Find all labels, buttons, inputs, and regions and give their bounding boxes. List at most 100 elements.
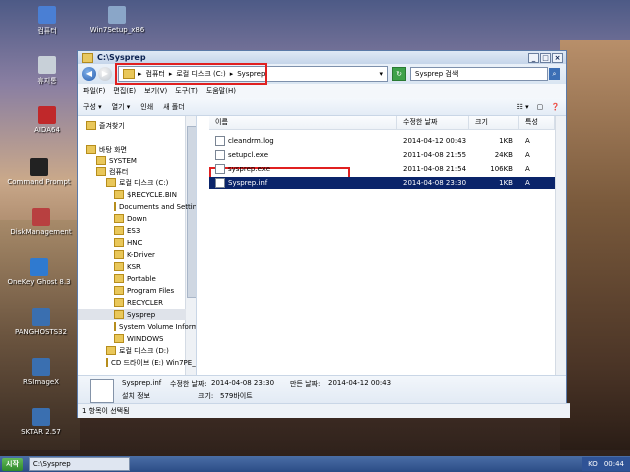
details-size: 579바이트 bbox=[220, 392, 253, 400]
language-indicator[interactable]: KO bbox=[588, 460, 598, 468]
file-row[interactable]: setupcl.exe 2011-04-08 21:55 24KB A bbox=[209, 149, 555, 161]
minimize-button[interactable]: _ bbox=[528, 52, 539, 63]
taskbar-item-explorer[interactable]: C:\Sysprep bbox=[28, 457, 130, 471]
desktop-icon-item[interactable]: Command Prompt bbox=[4, 158, 74, 186]
file-size: 1KB bbox=[499, 179, 513, 187]
search-input[interactable]: Sysprep 검색 bbox=[410, 67, 548, 81]
content-panes: 즐겨찾기바탕 화면 SYSTEM 컴퓨터 로컬 디스크 (C:) $RECYCLE.BI… bbox=[78, 116, 566, 375]
folder-icon bbox=[114, 322, 116, 331]
desktop-icon-item[interactable]: 휴지통 bbox=[12, 56, 82, 86]
file-row[interactable]: cleandrm.log 2014-04-12 00:43 1KB A bbox=[209, 135, 555, 147]
view-options-icon[interactable]: ☷ ▾ bbox=[517, 103, 529, 111]
nav-tree-item[interactable]: Down bbox=[78, 213, 186, 224]
drive-icon bbox=[106, 178, 116, 187]
close-button[interactable]: × bbox=[552, 52, 563, 63]
nav-tree-item[interactable]: Portable bbox=[78, 273, 186, 284]
system-tray: KO 00:44 bbox=[582, 457, 630, 471]
menu-edit[interactable]: 편집(E) bbox=[113, 86, 136, 96]
file-name: sysprep.exe bbox=[228, 165, 270, 173]
nav-tree-item[interactable]: 바탕 화면 bbox=[78, 144, 186, 155]
column-date[interactable]: 수정한 날짜 bbox=[397, 116, 469, 129]
nav-tree-item[interactable]: K-Driver bbox=[78, 249, 186, 260]
desktop-icon-label: DiskManagement bbox=[10, 228, 72, 236]
desktop-icon-label: PANGHOSTS32 bbox=[14, 328, 68, 336]
maximize-button[interactable]: □ bbox=[540, 52, 551, 63]
desktop-icon-item[interactable]: DiskManagement bbox=[6, 208, 76, 236]
desktop-icon-item[interactable]: Win7Setup_x86 bbox=[82, 6, 152, 34]
back-button[interactable]: ◀ bbox=[82, 67, 96, 81]
open-button[interactable]: 열기 ▾ bbox=[112, 102, 131, 112]
desktop-icon-item[interactable]: PANGHOSTS32 bbox=[6, 308, 76, 336]
nav-tree-label: CD 드라이브 (E:) Win7PE_ bbox=[111, 358, 196, 367]
nav-tree-item[interactable]: 로컬 디스크 (D:) bbox=[78, 345, 186, 356]
file-row[interactable]: Sysprep.inf 2014-04-08 23:30 1KB A bbox=[209, 177, 555, 189]
nav-tree-label: 바탕 화면 bbox=[99, 145, 127, 154]
address-bar[interactable]: ▸ 컴퓨터 ▸ 로컬 디스크 (C:) ▸ Sysprep ▾ bbox=[115, 63, 388, 85]
desktop-icon-item[interactable]: OneKey Ghost 8.3 bbox=[4, 258, 74, 286]
preview-pane-icon[interactable]: ▢ bbox=[537, 103, 544, 111]
menu-file[interactable]: 파일(F) bbox=[83, 86, 105, 96]
menu-help[interactable]: 도움말(H) bbox=[206, 86, 236, 96]
nav-tree-item[interactable]: RECYCLER bbox=[78, 297, 186, 308]
nav-tree-item[interactable]: CD 드라이브 (E:) Win7PE_ bbox=[78, 357, 196, 368]
nav-tree-label: ES3 bbox=[127, 226, 141, 235]
nav-tree-item[interactable]: Documents and Settings bbox=[78, 201, 196, 212]
nav-tree-item[interactable]: 즐겨찾기 bbox=[78, 120, 186, 131]
nav-tree-label: Sysprep bbox=[127, 310, 156, 319]
clock[interactable]: 00:44 bbox=[604, 460, 624, 468]
search-icon[interactable]: ⌕ bbox=[549, 68, 560, 80]
nav-tree-item[interactable]: SYSTEM bbox=[78, 155, 186, 166]
nav-tree-item[interactable]: ES3 bbox=[78, 225, 186, 236]
file-scrollbar[interactable] bbox=[555, 116, 566, 375]
navigation-pane: 즐겨찾기바탕 화면 SYSTEM 컴퓨터 로컬 디스크 (C:) $RECYCLE.BI… bbox=[78, 116, 197, 375]
desktop-icon-item[interactable]: SKTAR 2.57 bbox=[6, 408, 76, 436]
file-attr: A bbox=[525, 137, 530, 145]
file-row[interactable]: sysprep.exe 2011-04-08 21:54 106KB A bbox=[209, 163, 555, 175]
organize-button[interactable]: 구성 ▾ bbox=[83, 102, 102, 112]
folder-icon bbox=[114, 298, 124, 307]
menu-view[interactable]: 보기(V) bbox=[144, 86, 167, 96]
menu-tools[interactable]: 도구(T) bbox=[175, 86, 198, 96]
column-attr[interactable]: 특성 bbox=[519, 116, 555, 129]
nav-tree-item[interactable]: Program Files bbox=[78, 285, 186, 296]
taskbar: 시작 C:\Sysprep KO 00:44 bbox=[0, 456, 630, 472]
desktop-icon-item[interactable]: RSImageX bbox=[6, 358, 76, 386]
start-button[interactable]: 시작 bbox=[2, 457, 23, 471]
help-icon[interactable]: ❓ bbox=[551, 103, 560, 111]
nav-tree-label: 로컬 디스크 (D:) bbox=[119, 346, 169, 355]
refresh-button[interactable]: ↻ bbox=[392, 67, 406, 81]
nav-tree-item[interactable]: KSR bbox=[78, 261, 186, 272]
file-date: 2011-04-08 21:54 bbox=[403, 165, 467, 173]
nav-tree-item[interactable]: 컴퓨터 bbox=[78, 166, 186, 177]
nav-tree-item[interactable]: HNC bbox=[78, 237, 186, 248]
nav-tree-item[interactable]: WINDOWS bbox=[78, 333, 186, 344]
column-size[interactable]: 크기 bbox=[469, 116, 519, 129]
folder-icon bbox=[114, 274, 124, 283]
nav-tree-item[interactable]: 로컬 디스크 (C:) bbox=[78, 177, 186, 188]
status-text: 1 항목이 선택됨 bbox=[82, 407, 130, 415]
desktop-icon-item[interactable]: AIDA64 bbox=[12, 106, 82, 134]
chevron-down-icon[interactable]: ▾ bbox=[379, 70, 383, 78]
user-icon bbox=[96, 156, 106, 165]
nav-tree-item[interactable]: System Volume Informati bbox=[78, 321, 196, 332]
computer-icon bbox=[96, 167, 106, 176]
nav-tree-item[interactable]: $RECYCLE.BIN bbox=[78, 189, 186, 200]
nav-scrollbar[interactable] bbox=[185, 116, 196, 375]
nav-scroll-thumb[interactable] bbox=[187, 126, 196, 298]
print-button[interactable]: 인쇄 bbox=[140, 102, 153, 112]
column-name[interactable]: 이름 bbox=[209, 116, 397, 129]
desktop-icon-item[interactable]: 컴퓨터 bbox=[12, 6, 82, 36]
desktop-icon-label: Command Prompt bbox=[7, 178, 71, 186]
file-large-icon bbox=[90, 379, 114, 403]
file-name: Sysprep.inf bbox=[228, 179, 268, 187]
forward-button[interactable]: ▶ bbox=[98, 67, 112, 81]
new-folder-button[interactable]: 새 폴더 bbox=[163, 102, 185, 112]
desktop-icon-label: RSImageX bbox=[22, 378, 60, 386]
nav-tree-item[interactable]: Sysprep bbox=[78, 309, 186, 320]
app-icon bbox=[32, 358, 50, 376]
file-size: 106KB bbox=[490, 165, 513, 173]
nav-tree-label: 로컬 디스크 (C:) bbox=[119, 178, 169, 187]
file-name-cell: setupcl.exe bbox=[209, 150, 397, 160]
folder-icon bbox=[114, 238, 124, 247]
desktop-icon-label: SKTAR 2.57 bbox=[21, 428, 61, 436]
